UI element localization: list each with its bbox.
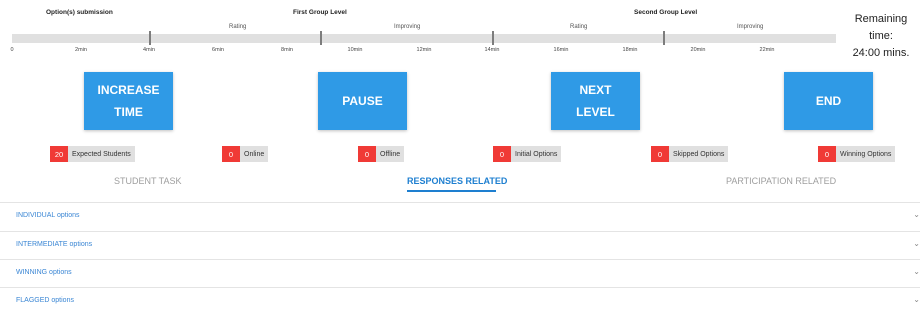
- accordion-label: WINNING options: [16, 269, 72, 276]
- next-level-button[interactable]: NEXT LEVEL: [551, 72, 640, 130]
- timeline-tick-label: 10min: [347, 47, 363, 53]
- stat-count-badge: 0: [222, 146, 240, 162]
- phase-second-rating-label: Rating: [570, 24, 588, 30]
- next-level-label: NEXT LEVEL: [576, 79, 615, 123]
- timeline-tick-label: 6min: [212, 47, 224, 53]
- stat-label: Skipped Options: [669, 146, 729, 162]
- accordion-label: FLAGGED options: [16, 297, 74, 304]
- next-level-line1: NEXT: [579, 83, 612, 97]
- stat-count-badge: 0: [358, 146, 376, 162]
- timeline-tick-label: 18min: [622, 47, 638, 53]
- end-label: END: [815, 94, 842, 108]
- phase-first-rating-label: Rating: [229, 24, 247, 30]
- increase-time-button[interactable]: INCREASE TIME: [84, 72, 173, 130]
- stat-skipped-options: 0 Skipped Options: [651, 146, 729, 162]
- phase-first-group-title: First Group Level: [293, 9, 347, 16]
- increase-time-line1: INCREASE: [97, 83, 160, 97]
- timeline-tick-label: 14min: [484, 47, 500, 53]
- tab-participation-related[interactable]: PARTICIPATION RELATED: [726, 176, 836, 186]
- pause-label: PAUSE: [342, 94, 383, 108]
- chevron-down-icon: ⌄: [913, 210, 920, 219]
- stat-label: Offline: [376, 146, 405, 162]
- accordion-flagged-options[interactable]: FLAGGED options ⌄: [0, 287, 920, 316]
- accordion-label: INDIVIDUAL options: [16, 212, 80, 219]
- phase-second-group-title: Second Group Level: [634, 9, 698, 16]
- timeline-divider: [492, 31, 494, 45]
- stat-count-badge: 0: [818, 146, 836, 162]
- chevron-down-icon: ⌄: [913, 239, 920, 248]
- stat-expected-students: 20 Expected Students: [50, 146, 135, 162]
- tab-student-task[interactable]: STUDENT TASK: [114, 176, 182, 186]
- accordion-label: INTERMEDIATE options: [16, 241, 93, 248]
- increase-time-line2: TIME: [114, 105, 143, 119]
- stat-offline: 0 Offline: [358, 146, 405, 162]
- stat-label: Online: [240, 146, 269, 162]
- pause-button[interactable]: PAUSE: [318, 72, 407, 130]
- remaining-time-label: Remaining time:: [854, 13, 908, 42]
- accordion-individual-options[interactable]: INDIVIDUAL options ⌄: [0, 202, 920, 231]
- phase-submission-title: Option(s) submission: [46, 9, 113, 16]
- accordion-intermediate-options[interactable]: INTERMEDIATE options ⌄: [0, 231, 920, 260]
- active-tab-indicator: [407, 190, 496, 192]
- next-level-line2: LEVEL: [576, 105, 615, 119]
- stat-initial-options: 0 Initial Options: [493, 146, 562, 162]
- increase-time-label: INCREASE TIME: [97, 79, 159, 123]
- stat-count-badge: 20: [50, 146, 68, 162]
- stat-label: Winning Options: [836, 146, 896, 162]
- timeline-tick-label: 12min: [416, 47, 432, 53]
- timeline-divider: [320, 31, 322, 45]
- chevron-down-icon: ⌄: [913, 267, 920, 276]
- timeline-track: [12, 34, 836, 43]
- timeline-tick-label: 2min: [75, 47, 87, 53]
- timeline-tick-label: 16min: [553, 47, 569, 53]
- timeline-tick-label: 8min: [281, 47, 293, 53]
- stat-winning-options: 0 Winning Options: [818, 146, 896, 162]
- timeline-tick-label: 0: [10, 47, 14, 53]
- tab-responses-related[interactable]: RESPONSES RELATED: [407, 176, 507, 186]
- end-button[interactable]: END: [784, 72, 873, 130]
- timeline-tick-label: 4min: [143, 47, 155, 53]
- stat-count-badge: 0: [493, 146, 511, 162]
- phase-second-improving-label: Improving: [737, 24, 764, 30]
- remaining-time: Remaining time: 24:00 mins.: [842, 11, 920, 62]
- stat-online: 0 Online: [222, 146, 269, 162]
- accordion-winning-options[interactable]: WINNING options ⌄: [0, 259, 920, 288]
- stat-count-badge: 0: [651, 146, 669, 162]
- stat-label: Expected Students: [68, 146, 135, 162]
- chevron-down-icon: ⌄: [913, 295, 920, 304]
- stat-label: Initial Options: [511, 146, 562, 162]
- timeline-tick-label: 22min: [759, 47, 775, 53]
- timeline-divider: [149, 31, 151, 45]
- phase-first-improving-label: Improving: [394, 24, 421, 30]
- timeline-tick-label: 20min: [690, 47, 706, 53]
- remaining-time-value: 24:00 mins.: [852, 47, 910, 59]
- timeline-divider: [663, 31, 665, 45]
